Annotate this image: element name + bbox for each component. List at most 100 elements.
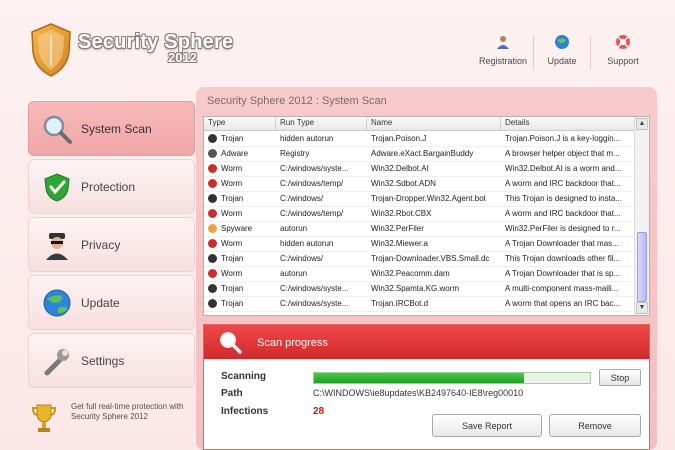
- column-header-details[interactable]: Details: [505, 118, 529, 127]
- cell-details: Win32.Delbot.AI is a worm and...: [505, 164, 622, 173]
- promo-box[interactable]: Get full real-time protection with Secur…: [28, 398, 195, 450]
- scroll-thumb[interactable]: [637, 232, 647, 302]
- cell-type: Trojan: [221, 254, 244, 263]
- cell-details: A Trojan Downloader that is sp...: [505, 269, 621, 278]
- table-row[interactable]: Worm hidden autorun Win32.Miewer.a A Trojan…: [204, 236, 635, 252]
- cell-type: Worm: [221, 209, 243, 218]
- threat-severity-icon: [208, 194, 217, 203]
- sidebar-item-label: Settings: [81, 354, 125, 368]
- table-row[interactable]: Adware Registry Adware.eXact.BargainBuddy A…: [204, 146, 635, 162]
- scanning-label: Scanning: [221, 371, 267, 382]
- table-row[interactable]: Worm C:/windows/temp/Win32.Sdbot.ADN A wor…: [204, 176, 635, 192]
- scan-progress-box: Scan progress Scanning Stop Path C:\WIND…: [203, 324, 650, 450]
- column-header-name[interactable]: Name: [371, 118, 392, 127]
- column-header-type[interactable]: Type: [208, 118, 225, 127]
- cell-name: Win32.Spamta.KG.worm: [371, 284, 460, 293]
- table-row[interactable]: Worm autorun Win32.Peacomm.dam A Trojan Dow…: [204, 266, 635, 282]
- sidebar-item-label: System Scan: [81, 122, 152, 136]
- divider: [366, 117, 367, 130]
- path-value: C:\WINDOWS\ie8updates\KB2497640-IE8\reg0…: [313, 388, 524, 398]
- cell-details: This Trojan downloads other fil...: [505, 254, 621, 263]
- table-row[interactable]: Worm C:/windows/temp/Win32.Rbot.CBX A worm…: [204, 206, 635, 222]
- magnifier-icon: [220, 332, 242, 354]
- cell-details: A worm and IRC backdoor that...: [505, 179, 621, 188]
- header: Security Sphere 2012 Registration Update…: [0, 0, 675, 88]
- magnifier-icon: [43, 115, 72, 144]
- cell-name: Adware.eXact.BargainBuddy: [371, 149, 474, 158]
- threat-severity-icon: [208, 134, 217, 143]
- scan-progress-title: Scan progress: [257, 337, 328, 349]
- save-report-button[interactable]: Save Report: [432, 414, 542, 437]
- sidebar-item-protection[interactable]: Protection: [28, 159, 195, 214]
- cell-name: Win32.Delbot.AI: [371, 164, 429, 173]
- sidebar-item-privacy[interactable]: Privacy: [28, 217, 195, 272]
- update-globe-icon: [555, 35, 569, 49]
- cell-run-type: hidden autorun: [280, 239, 334, 248]
- cell-name: Win32.Rbot.CBX: [371, 209, 432, 218]
- sidebar-item-label: Privacy: [81, 238, 121, 252]
- threat-table: Type Run Type Name Details Trojan hidden …: [203, 116, 650, 316]
- divider: [275, 117, 276, 130]
- scroll-down-arrow-icon[interactable]: ▼: [636, 302, 648, 314]
- threat-severity-icon: [208, 224, 217, 233]
- scan-progress-header: Scan progress: [204, 325, 649, 359]
- threat-severity-icon: [208, 284, 217, 293]
- table-row[interactable]: Trojan C:/windows/syste... Trojan.IRCBot.d…: [204, 296, 635, 312]
- threat-severity-icon: [208, 209, 217, 218]
- support-button[interactable]: Support: [591, 34, 655, 74]
- cell-type: Trojan: [221, 194, 244, 203]
- support-icon: [616, 35, 630, 49]
- infections-count: 28: [313, 406, 325, 417]
- support-label: Support: [607, 56, 639, 66]
- cell-details: This Trojan is designed to insta...: [505, 194, 622, 203]
- cell-name: Win32.Miewer.a: [371, 239, 428, 248]
- cell-run-type: C:/windows/: [280, 194, 324, 203]
- scan-progress-bar: [313, 372, 591, 384]
- globe-icon: [43, 289, 71, 317]
- scroll-up-arrow-icon[interactable]: ▲: [636, 118, 648, 130]
- update-top-label: Update: [547, 56, 577, 66]
- table-row[interactable]: Trojan hidden autorun Trojan.Poison.J Troja…: [204, 131, 635, 147]
- cell-type: Trojan: [221, 284, 244, 293]
- panel-title: Security Sphere 2012 : System Scan: [207, 95, 387, 107]
- stop-button[interactable]: Stop: [599, 369, 641, 386]
- table-header: Type Run Type Name Details: [204, 117, 635, 131]
- registration-button[interactable]: Registration: [471, 34, 535, 74]
- cell-run-type: C:/windows/syste...: [280, 284, 349, 293]
- spy-icon: [46, 233, 68, 260]
- cell-run-type: C:/windows/temp/: [280, 179, 344, 188]
- table-row[interactable]: Trojan C:/windows/Trojan-Downloader.VBS.S…: [204, 251, 635, 267]
- cell-name: Trojan-Downloader.VBS.Small.dc: [371, 254, 490, 263]
- wrench-icon: [44, 349, 69, 376]
- cell-type: Worm: [221, 269, 243, 278]
- cell-type: Spyware: [221, 224, 253, 233]
- threat-severity-icon: [208, 239, 217, 248]
- update-top-button[interactable]: Update: [530, 34, 594, 74]
- table-row[interactable]: Worm C:/windows/syste... Win32.Delbot.AI Wi…: [204, 161, 635, 177]
- remove-button[interactable]: Remove: [549, 414, 641, 437]
- threat-severity-icon: [208, 179, 217, 188]
- sidebar-item-update[interactable]: Update: [28, 275, 195, 330]
- column-header-run-type[interactable]: Run Type: [280, 118, 314, 127]
- threat-severity-icon: [208, 299, 217, 308]
- cell-name: Win32.Peacomm.dam: [371, 269, 450, 278]
- cell-name: Win32.PerFiler: [371, 224, 424, 233]
- cell-type: Adware: [221, 149, 249, 158]
- shield-logo-icon: [31, 23, 71, 77]
- cell-details: Win32.PerFiler is designed to r...: [505, 224, 621, 233]
- cell-run-type: autorun: [280, 224, 308, 233]
- cell-name: Trojan.Poison.J: [371, 134, 427, 143]
- table-row[interactable]: Trojan C:/windows/syste... Win32.Spamta.KG…: [204, 281, 635, 297]
- cell-run-type: C:/windows/syste...: [280, 299, 349, 308]
- brand-year: 2012: [168, 50, 197, 65]
- cell-name: Win32.Sdbot.ADN: [371, 179, 436, 188]
- table-row[interactable]: Trojan C:/windows/Trojan-Dropper.Win32.Ag…: [204, 191, 635, 207]
- sidebar-item-settings[interactable]: Settings: [28, 333, 195, 388]
- registration-icon: [497, 36, 509, 49]
- table-scrollbar[interactable]: ▲ ▼: [634, 117, 649, 315]
- cell-run-type: C:/windows/: [280, 254, 324, 263]
- cell-run-type: C:/windows/syste...: [280, 164, 349, 173]
- table-row[interactable]: Spyware autorun Win32.PerFiler Win32.PerFil…: [204, 221, 635, 237]
- sidebar-item-system-scan[interactable]: System Scan: [28, 101, 195, 156]
- cell-run-type: hidden autorun: [280, 134, 334, 143]
